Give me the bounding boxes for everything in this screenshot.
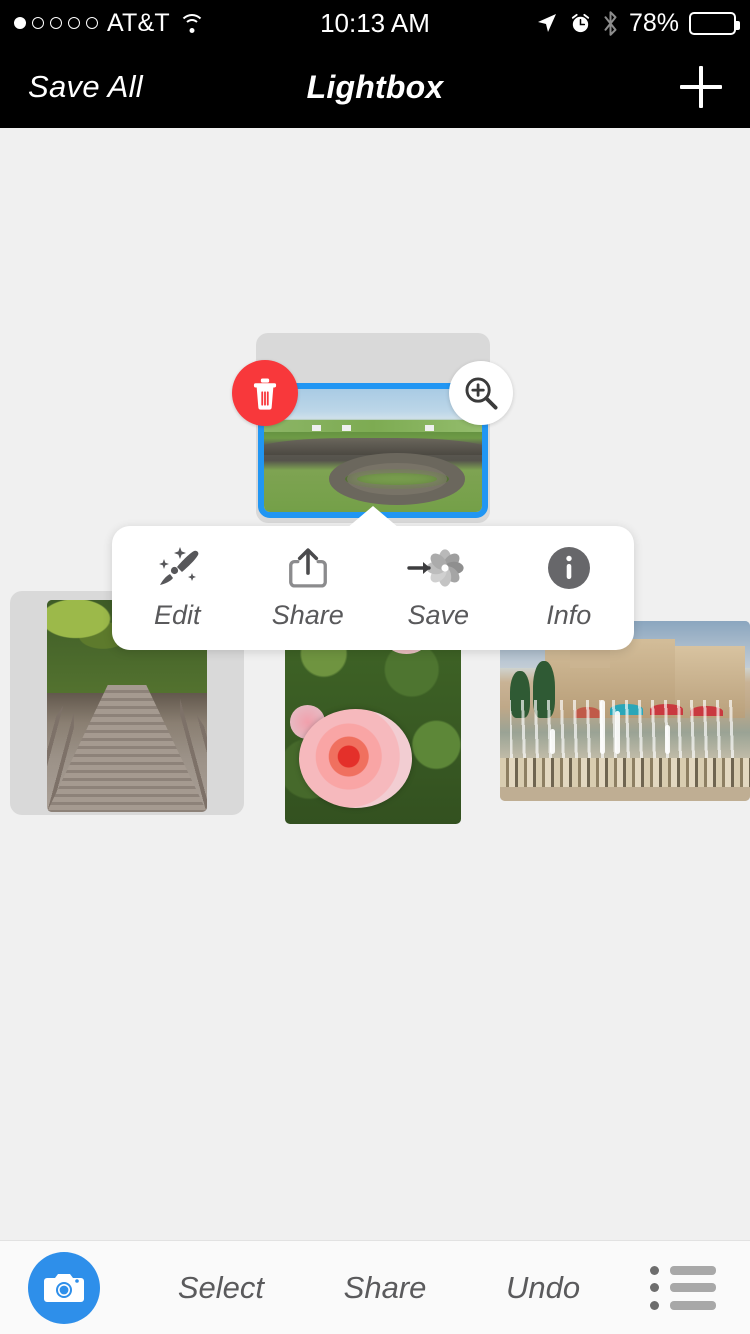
bottom-toolbar: Select Share Undo xyxy=(0,1240,750,1334)
undo-button[interactable]: Undo xyxy=(506,1270,580,1306)
menu-label-save: Save xyxy=(407,600,470,630)
status-bar-right: 78% xyxy=(500,9,750,38)
photo-image-roses xyxy=(285,626,461,824)
menu-label-share: Share xyxy=(271,600,344,630)
navigation-bar: Save All Lightbox xyxy=(0,46,750,128)
popup-pointer-arrow xyxy=(347,506,399,528)
photo-image-ringfort xyxy=(264,389,482,512)
paintbrush-sparkle-icon xyxy=(148,545,206,591)
menu-label-info: Info xyxy=(546,600,592,630)
save-to-photos-flower-icon xyxy=(407,545,469,591)
menu-label-edit: Edit xyxy=(153,600,201,630)
wifi-icon xyxy=(178,13,205,33)
status-bar-left: AT&T xyxy=(0,9,250,38)
battery-icon xyxy=(689,11,740,35)
status-bar-clock: 10:13 AM xyxy=(320,7,430,38)
photo-action-popup-menu: Edit Share Save Info xyxy=(112,526,634,650)
camera-button[interactable] xyxy=(28,1251,100,1324)
location-arrow-icon xyxy=(537,14,556,32)
add-plus-icon[interactable] xyxy=(680,66,722,108)
signal-strength-icon xyxy=(14,17,98,29)
toolbar-links: Select Share Undo xyxy=(100,1270,650,1306)
info-circle-icon xyxy=(546,545,592,591)
menu-item-share[interactable]: Share xyxy=(243,545,374,631)
share-upload-icon xyxy=(283,545,333,591)
magnifier-plus-icon xyxy=(465,377,498,410)
share-button[interactable]: Share xyxy=(344,1270,427,1306)
select-button[interactable]: Select xyxy=(178,1270,264,1306)
zoom-photo-button[interactable] xyxy=(449,361,513,425)
menu-item-edit[interactable]: Edit xyxy=(112,545,243,631)
menu-item-info[interactable]: Info xyxy=(504,545,635,631)
bluetooth-icon xyxy=(604,10,617,36)
save-all-button[interactable]: Save All xyxy=(28,69,143,105)
photo-thumbnail-2[interactable] xyxy=(285,626,461,824)
status-bar: AT&T 10:13 AM 78% xyxy=(0,0,750,46)
camera-icon xyxy=(44,1273,84,1302)
trash-icon xyxy=(253,378,277,410)
alarm-clock-icon xyxy=(571,13,590,32)
battery-percent-label: 78% xyxy=(628,8,679,37)
carrier-label: AT&T xyxy=(107,8,170,37)
delete-photo-button[interactable] xyxy=(232,360,298,426)
menu-item-save[interactable]: Save xyxy=(373,545,504,631)
bulleted-list-icon[interactable] xyxy=(650,1265,722,1310)
photo-grid: Edit Share Save Info xyxy=(0,128,750,1240)
